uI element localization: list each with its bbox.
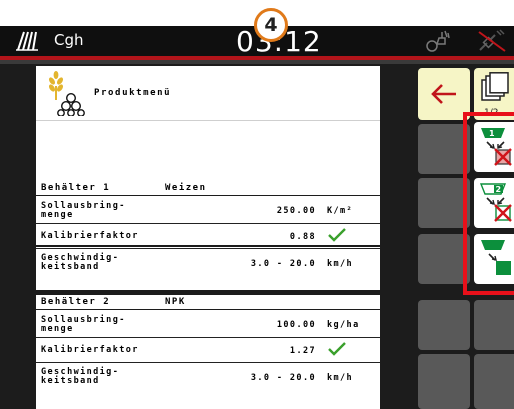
empty-softkey[interactable]: [418, 300, 470, 350]
pages-icon: [481, 72, 509, 101]
satellite-signal-icon: [478, 29, 506, 52]
check-icon: [328, 342, 346, 356]
tank-1-header: Behälter 1 Weizen: [36, 181, 380, 196]
target-rate-value: 250.00: [276, 206, 316, 216]
tank-label: Behälter 2: [41, 297, 111, 307]
speed-range-value: 3.0 - 20.0: [250, 373, 316, 383]
speed-range-value: 3.0 - 20.0: [250, 259, 316, 269]
speed-range-unit: km/h: [327, 373, 354, 383]
row-label: Kalibrierfaktor: [41, 345, 139, 355]
callout-badge: 4: [254, 8, 288, 42]
target-rate-row[interactable]: Sollausbring-menge 250.00 K/m²: [36, 197, 380, 224]
tank-label: Behälter 1: [41, 183, 111, 193]
calibration-factor-value: 0.88: [289, 232, 316, 242]
tractor-gps-icon: [426, 30, 450, 52]
speed-range-row[interactable]: Geschwindig-keitsband 3.0 - 20.0 km/h: [36, 363, 380, 390]
product-menu-panel: Produktmenü Behälter 1 Weizen Sollausbri…: [36, 66, 380, 409]
row-label: Geschwindig-keitsband: [41, 367, 120, 386]
tank-product: Weizen: [165, 183, 207, 193]
target-rate-row[interactable]: Sollausbring-menge 100.00 kg/ha: [36, 311, 380, 338]
check-icon: [328, 228, 346, 242]
calibration-factor-row[interactable]: Kalibrierfaktor 0.88: [36, 224, 380, 249]
highlight-frame: [463, 112, 514, 295]
row-label: Kalibrierfaktor: [41, 231, 139, 241]
target-rate-unit: K/m²: [327, 206, 354, 216]
empty-softkey[interactable]: [418, 354, 470, 409]
panel-title: Produktmenü: [94, 88, 172, 98]
product-menu-header: Produktmenü: [36, 66, 380, 121]
row-label: Sollausbring-menge: [41, 315, 126, 334]
target-rate-unit: kg/ha: [327, 320, 360, 330]
speed-range-row[interactable]: Geschwindig-keitsband 3.0 - 20.0 km/h: [36, 249, 380, 276]
grain-product-icon: [48, 71, 85, 116]
empty-softkey[interactable]: [474, 354, 514, 409]
tank-product: NPK: [165, 297, 186, 307]
arrow-left-icon: [431, 84, 456, 104]
row-label: Sollausbring-menge: [41, 201, 126, 220]
speed-range-unit: km/h: [327, 259, 354, 269]
row-label: Geschwindig-keitsband: [41, 253, 120, 272]
empty-softkey[interactable]: [474, 300, 514, 350]
status-shadow: [0, 60, 514, 64]
field-icon: [16, 31, 38, 51]
user-name: Cgh: [54, 31, 84, 49]
calibration-factor-value: 1.27: [289, 346, 316, 356]
calibration-factor-row[interactable]: Kalibrierfaktor 1.27: [36, 338, 380, 363]
target-rate-value: 100.00: [276, 320, 316, 330]
tank-2-header: Behälter 2 NPK: [36, 295, 380, 310]
